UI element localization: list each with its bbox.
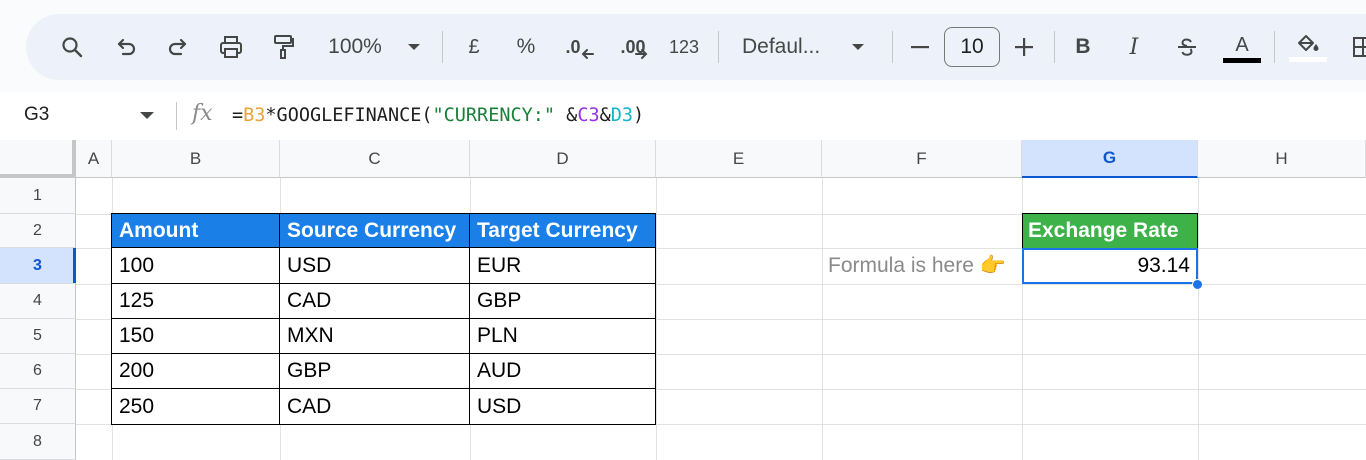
minus-icon[interactable] xyxy=(906,14,934,80)
row-header-6[interactable]: 6 xyxy=(0,354,76,389)
table-cell[interactable]: 150 xyxy=(111,318,281,354)
number-format-button[interactable]: 123 xyxy=(666,14,702,80)
toolbar-divider xyxy=(718,31,719,63)
text-color-swatch xyxy=(1223,58,1261,63)
row-header-4[interactable]: 4 xyxy=(0,284,76,319)
arrow-right-icon xyxy=(634,49,647,59)
column-header-a[interactable]: A xyxy=(76,140,112,178)
table-cell[interactable]: PLN xyxy=(469,318,656,354)
table-cell[interactable]: GBP xyxy=(469,283,656,319)
formula-token: C3 xyxy=(577,105,600,126)
table-cell[interactable]: EUR xyxy=(469,247,656,284)
formula-bar-divider xyxy=(176,102,177,130)
table-cell[interactable]: GBP xyxy=(279,353,471,389)
table-cell[interactable]: 250 xyxy=(111,388,281,425)
table-cell[interactable]: USD xyxy=(279,247,471,284)
row-header-1[interactable]: 1 xyxy=(0,178,76,214)
redo-icon[interactable] xyxy=(160,14,196,80)
formula-bar: G3 fx =B3*GOOGLEFINANCE("CURRENCY:" &C3&… xyxy=(0,92,1366,140)
bold-button[interactable]: B xyxy=(1070,14,1096,80)
column-header-d[interactable]: D xyxy=(470,140,656,178)
row-header-3[interactable]: 3 xyxy=(0,248,76,284)
borders-icon[interactable] xyxy=(1348,14,1366,80)
fill-color-swatch xyxy=(1289,56,1327,62)
formula-token: = xyxy=(232,105,244,126)
font-size-input[interactable]: 10 xyxy=(944,27,1000,67)
percent-format-button[interactable]: % xyxy=(512,14,540,80)
formula-note[interactable]: Formula is here 👉 xyxy=(822,248,1022,284)
formula-input[interactable]: =B3*GOOGLEFINANCE("CURRENCY:" &C3&D3) xyxy=(232,105,644,126)
chevron-down-icon[interactable] xyxy=(140,112,154,119)
fill-color-icon[interactable] xyxy=(1288,14,1328,80)
print-icon[interactable] xyxy=(212,14,250,80)
table-cell[interactable]: AUD xyxy=(469,353,656,389)
header-cell-source-currency[interactable]: Source Currency xyxy=(279,213,471,249)
fill-handle[interactable] xyxy=(1192,279,1203,290)
toolbar-divider xyxy=(442,31,443,63)
column-header-g[interactable]: G xyxy=(1022,140,1198,178)
zoom-select[interactable]: 100% xyxy=(322,14,388,80)
name-box[interactable]: G3 xyxy=(24,104,49,126)
text-color-button[interactable]: A xyxy=(1222,14,1262,80)
column-header-h[interactable]: H xyxy=(1198,140,1366,178)
selected-cell-g3[interactable]: 93.14 xyxy=(1022,248,1198,284)
column-header-c[interactable]: C xyxy=(280,140,470,178)
row-header-2[interactable]: 2 xyxy=(0,214,76,248)
decrease-decimal-button[interactable]: .0 xyxy=(562,14,598,80)
formula-token: & xyxy=(599,105,611,126)
text-color-letter: A xyxy=(1235,34,1249,56)
row-header-5[interactable]: 5 xyxy=(0,319,76,354)
header-cell-exchange-rate[interactable]: Exchange Rate xyxy=(1022,213,1198,249)
formula-token: ) xyxy=(633,105,645,126)
toolbar-divider xyxy=(1274,31,1275,63)
column-header-e[interactable]: E xyxy=(656,140,822,178)
toolbar-divider xyxy=(1054,31,1055,63)
row-header-8[interactable]: 8 xyxy=(0,424,76,460)
spreadsheet-grid: A B C D E F G H 1 2 3 4 5 6 7 8 Amount S… xyxy=(0,140,1366,460)
formula-token: D3 xyxy=(610,105,634,126)
column-header-b[interactable]: B xyxy=(112,140,280,178)
formula-token: *GOOGLEFINANCE( xyxy=(265,105,433,126)
formula-token: & xyxy=(555,105,578,126)
table-cell[interactable]: CAD xyxy=(279,388,471,425)
currency-format-button[interactable]: £ xyxy=(462,14,486,80)
table-cell[interactable]: 100 xyxy=(111,247,281,284)
table-cell[interactable]: USD xyxy=(469,388,656,425)
increase-decimal-button[interactable]: .00 xyxy=(614,14,654,80)
table-cell[interactable]: 200 xyxy=(111,353,281,389)
table-cell[interactable]: 125 xyxy=(111,283,281,319)
italic-button[interactable]: I xyxy=(1122,14,1146,80)
column-header-f[interactable]: F xyxy=(822,140,1022,178)
paint-format-icon[interactable] xyxy=(266,14,302,80)
toolbar: 100% £ % .0 .00 123 Defaul... 10 B I A xyxy=(26,14,1366,80)
plus-icon[interactable] xyxy=(1010,14,1038,80)
chevron-down-icon[interactable] xyxy=(404,14,424,80)
fx-icon: fx xyxy=(192,101,213,126)
chevron-down-icon[interactable] xyxy=(848,14,868,80)
table-cell[interactable]: CAD xyxy=(279,283,471,319)
formula-token: B3 xyxy=(243,105,266,126)
row-header-7[interactable]: 7 xyxy=(0,389,76,424)
select-all-corner[interactable] xyxy=(0,140,76,178)
search-icon[interactable] xyxy=(54,14,90,80)
strikethrough-icon[interactable] xyxy=(1172,14,1202,80)
toolbar-divider xyxy=(892,31,893,63)
decrease-decimal-label: .0 xyxy=(565,36,581,57)
header-cell-target-currency[interactable]: Target Currency xyxy=(469,213,656,249)
toolbar-area: 100% £ % .0 .00 123 Defaul... 10 B I A xyxy=(0,0,1366,92)
formula-token: "CURRENCY:" xyxy=(432,105,556,126)
table-cell[interactable]: MXN xyxy=(279,318,471,354)
font-family-select[interactable]: Defaul... xyxy=(742,14,834,80)
header-cell-amount[interactable]: Amount xyxy=(111,213,281,249)
undo-icon[interactable] xyxy=(108,14,144,80)
arrow-left-icon xyxy=(581,49,594,59)
